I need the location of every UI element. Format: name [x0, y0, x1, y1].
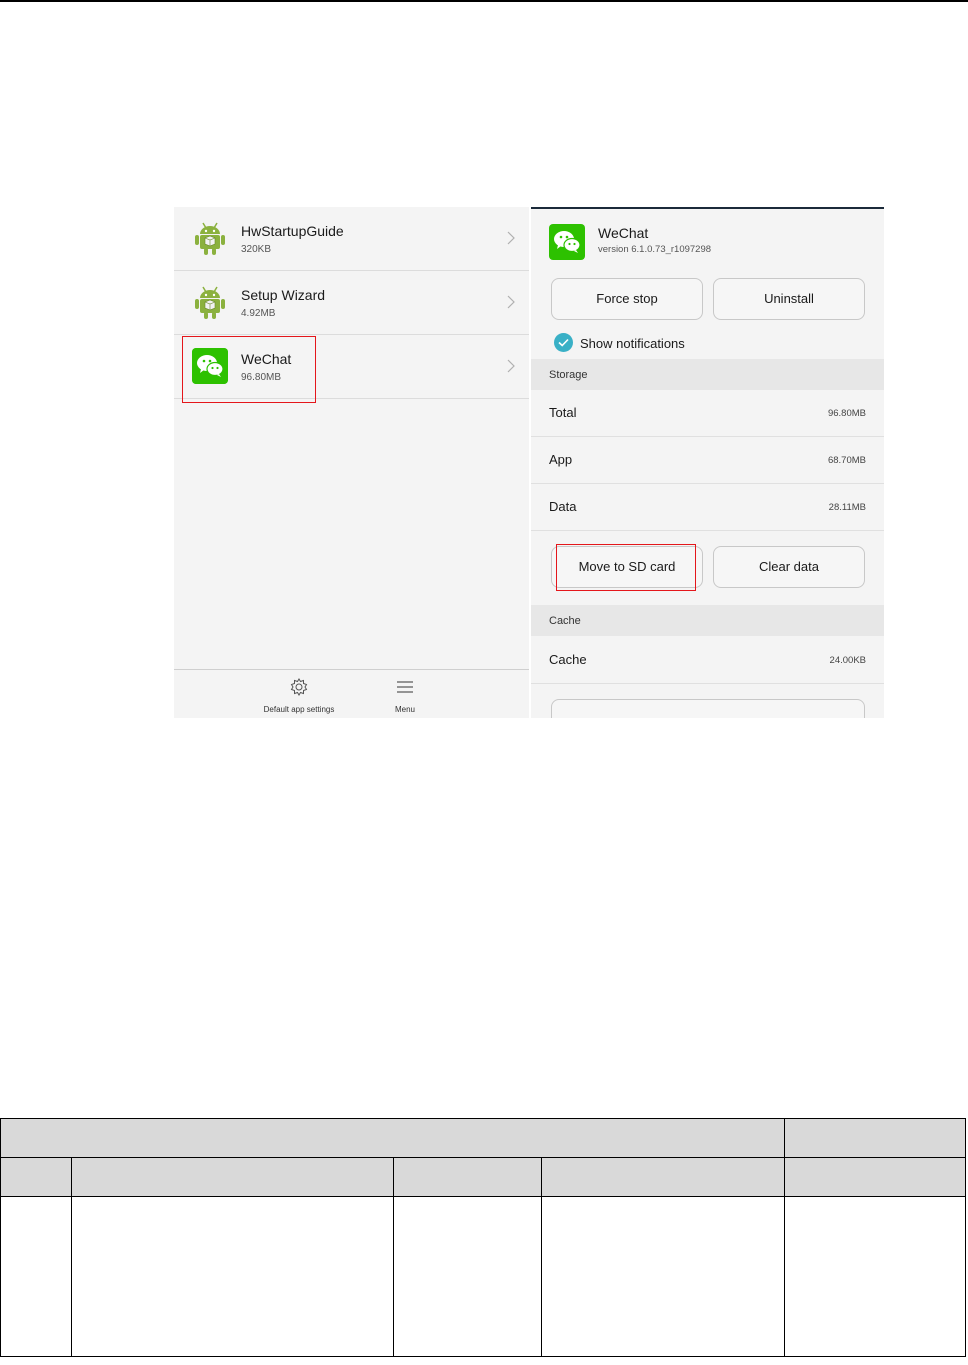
- wechat-icon: [549, 224, 585, 260]
- cache-label: Cache: [549, 652, 587, 667]
- table-cell: [70, 1196, 394, 1357]
- table-header-cell: [70, 1157, 394, 1197]
- android-robot-icon: [195, 286, 225, 319]
- move-to-sd-card-button[interactable]: Move to SD card: [551, 546, 703, 588]
- storage-value: 68.70MB: [827, 455, 866, 466]
- storage-label: App: [549, 452, 573, 467]
- app-list-item-hwstartupguide[interactable]: HwStartupGuide 320KB: [174, 207, 529, 271]
- app-size: 4.92MB: [241, 308, 276, 319]
- table-header-cell: [0, 1157, 72, 1197]
- show-notifications-checkbox[interactable]: [554, 333, 573, 352]
- storage-value: 28.11MB: [828, 502, 866, 513]
- app-name: HwStartupGuide: [241, 223, 344, 239]
- app-version: version 6.1.0.73_r1097298: [598, 244, 712, 255]
- document-table: [0, 1118, 966, 1357]
- clear-data-button[interactable]: Clear data: [713, 546, 865, 588]
- app-size: 320KB: [241, 244, 272, 255]
- app-title: WeChat: [598, 225, 649, 241]
- table-header-cell: [541, 1157, 786, 1197]
- menu-icon: [397, 681, 413, 693]
- app-list-item-wechat[interactable]: WeChat 96.80MB: [174, 335, 529, 399]
- storage-label: Data: [549, 499, 577, 514]
- storage-row-total: Total 96.80MB: [531, 390, 884, 437]
- table-cell: [541, 1196, 786, 1357]
- app-list-item-setup-wizard[interactable]: Setup Wizard 4.92MB: [174, 271, 529, 335]
- chevron-right-icon: [507, 231, 515, 245]
- chevron-right-icon: [507, 359, 515, 373]
- menu-button[interactable]: Menu: [380, 670, 430, 718]
- table-cell: [0, 1196, 72, 1357]
- cache-row: Cache 24.00KB: [531, 637, 884, 684]
- storage-row-app: App 68.70MB: [531, 437, 884, 484]
- storage-row-data: Data 28.11MB: [531, 484, 884, 531]
- table-header-row-2: [0, 1157, 966, 1197]
- cache-value: 24.00KB: [829, 655, 866, 666]
- bottom-action-bar: Default app settings Menu: [174, 669, 529, 718]
- menu-label: Menu: [394, 705, 415, 714]
- force-stop-button[interactable]: Force stop: [551, 278, 703, 320]
- app-name: WeChat: [241, 351, 292, 367]
- checkmark-icon: [558, 338, 569, 347]
- android-robot-icon: [195, 222, 225, 255]
- table-header-cell: [784, 1157, 966, 1197]
- app-name: Setup Wizard: [241, 287, 326, 303]
- app-list-screen: HwStartupGuide 320KB Setup Wizard 4.92MB: [174, 207, 529, 718]
- storage-section-header: Storage: [531, 359, 884, 390]
- table-header-cell: [392, 1157, 543, 1197]
- storage-header-label: Storage: [549, 369, 588, 381]
- show-notifications-label: Show notifications: [580, 336, 685, 351]
- table-header-cell: [0, 1118, 786, 1158]
- table-row: [0, 1196, 966, 1357]
- default-app-settings-button[interactable]: Default app settings: [244, 670, 354, 718]
- table-header-cell: [784, 1118, 966, 1158]
- table-cell: [392, 1196, 543, 1357]
- table-header-row-1: [0, 1118, 966, 1158]
- wechat-icon: [192, 348, 228, 384]
- storage-label: Total: [549, 405, 577, 420]
- app-info-screen: WeChat version 6.1.0.73_r1097298 Force s…: [531, 207, 884, 718]
- cache-header-label: Cache: [549, 615, 581, 627]
- gear-icon: [290, 678, 308, 696]
- storage-value: 96.80MB: [827, 408, 866, 419]
- page-top-rule: [0, 0, 968, 2]
- app-size: 96.80MB: [241, 372, 282, 383]
- table-cell: [784, 1196, 966, 1357]
- chevron-right-icon: [507, 295, 515, 309]
- cache-section-header: Cache: [531, 605, 884, 636]
- uninstall-button[interactable]: Uninstall: [713, 278, 865, 320]
- clear-cache-button[interactable]: [551, 699, 865, 718]
- default-app-settings-label: Default app settings: [263, 705, 335, 714]
